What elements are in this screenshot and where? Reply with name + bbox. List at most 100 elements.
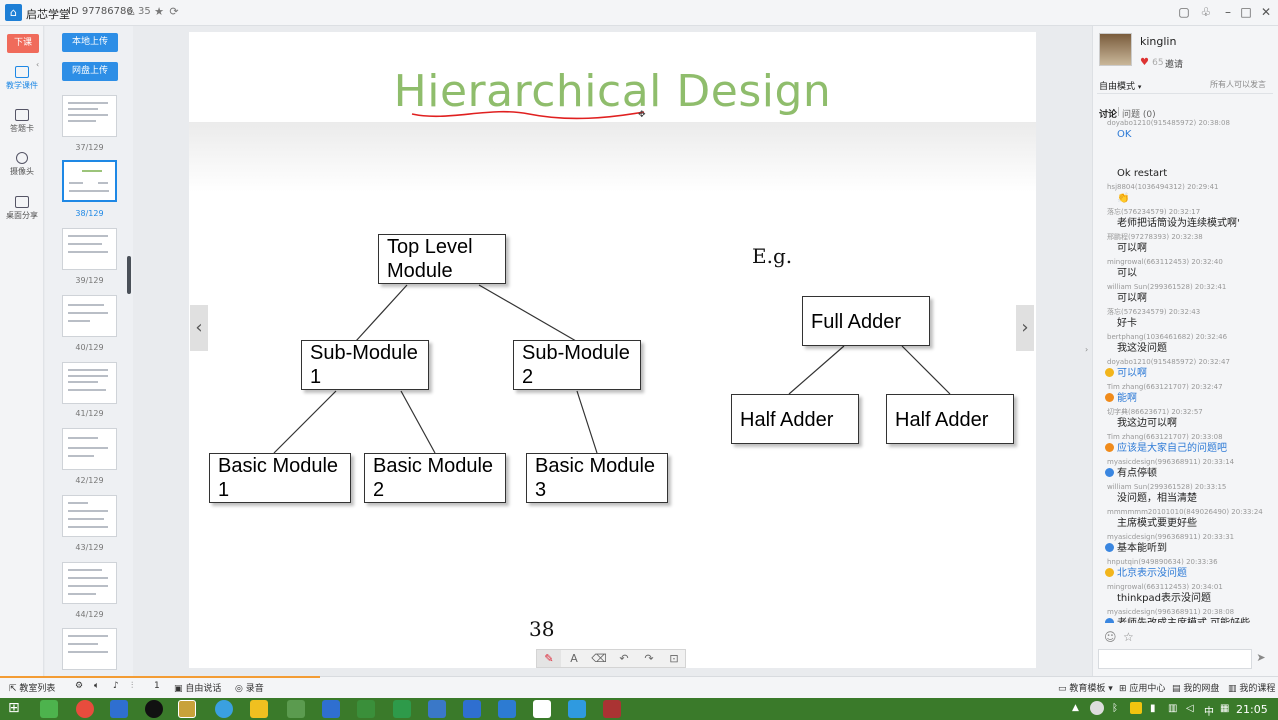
app-icon[interactable] [178, 700, 196, 718]
my-course-button[interactable]: ▥ 我的课程 [1228, 681, 1275, 694]
folder-icon[interactable] [250, 700, 268, 718]
rail-desktop-share[interactable]: 桌面分享 [2, 196, 42, 221]
bluetooth-icon[interactable]: ᛒ [1112, 703, 1118, 714]
favorite-star-icon[interactable]: ★ [152, 5, 166, 19]
thumbnail-39[interactable] [62, 228, 117, 270]
free-talk-button[interactable]: ▣ 自由说话 [174, 681, 221, 694]
undo-icon[interactable]: ↶ [612, 650, 636, 667]
edu-template-button[interactable]: ▭ 教育模板 ▾ [1058, 681, 1113, 694]
refresh-icon[interactable]: ⟳ [167, 5, 181, 19]
rail-camera[interactable]: 摄像头 [2, 152, 42, 177]
chat-message-meta: mingrowal(663112453) 20:34:01 [1107, 583, 1223, 591]
title-bar [0, 0, 1278, 26]
chat-message: mingrowal(663112453) 20:34:01 thinkpad表示没… [1097, 582, 1275, 606]
thumbnail-38[interactable] [62, 160, 117, 202]
emoji-icon[interactable]: ☺ [1104, 630, 1117, 644]
chat-message-text: OK [1117, 129, 1132, 140]
maximize-icon[interactable]: □ [1238, 4, 1254, 20]
tray-app-icon[interactable] [1090, 701, 1104, 715]
input-method-icon[interactable]: 中 [1204, 703, 1214, 718]
desktop-share-icon [15, 196, 29, 208]
chat-message-meta: 邢鹏程(97278393) 20:32:38 [1107, 233, 1203, 241]
chat-message: william Sun(299361528) 20:32:41 可以啊 [1097, 282, 1275, 306]
minimize-icon[interactable]: – [1220, 4, 1236, 20]
my-disk-button[interactable]: ▤ 我的网盘 [1172, 681, 1219, 694]
ie-icon[interactable] [215, 700, 233, 718]
rail-answer-card[interactable]: 答题卡 [2, 109, 42, 134]
basic-module-1-box: Basic Module 1 [209, 453, 351, 503]
app-icon[interactable] [428, 700, 446, 718]
thumbnail-44[interactable] [62, 562, 117, 604]
thumbnail-41[interactable] [62, 362, 117, 404]
star-icon[interactable]: ☆ [1123, 630, 1134, 644]
rail-courseware[interactable]: 教学课件 [2, 66, 42, 91]
app-icon[interactable] [287, 700, 305, 718]
eraser-icon[interactable]: ⌫ [587, 650, 611, 667]
thumbnail-45[interactable] [62, 628, 117, 670]
app-name: 启芯学堂 [26, 8, 70, 21]
app-icon[interactable] [498, 700, 516, 718]
start-icon[interactable]: ⊞ [8, 700, 20, 716]
chat-message-text: 👏 [1117, 193, 1130, 204]
local-upload-button[interactable]: 本地上传 [62, 33, 118, 52]
thumbnail-label: 38/129 [75, 209, 104, 218]
class-list-button[interactable]: ⇱ 教室列表 [9, 681, 55, 694]
app-icon[interactable] [568, 700, 586, 718]
chat-message-text: 老师先改成主席模式 可能好些 [1097, 617, 1275, 623]
thumbnail-43[interactable] [62, 495, 117, 537]
app-icon[interactable] [603, 700, 621, 718]
microphone-icon[interactable]: ♪ [113, 681, 119, 691]
speaker-icon[interactable]: 🔈︎ [94, 681, 99, 691]
app-icon[interactable] [40, 700, 58, 718]
end-class-button[interactable]: 下课 [7, 34, 39, 53]
chat-message-meta: Tim zhang(663121707) 20:32:47 [1107, 383, 1223, 391]
close-icon[interactable]: ✕ [1258, 4, 1274, 20]
app-icon[interactable] [357, 700, 375, 718]
settings-icon[interactable]: ⚙ [75, 681, 83, 691]
prev-slide-button[interactable]: ‹ [190, 305, 208, 351]
home-icon[interactable]: ⌂ [5, 4, 22, 21]
speak-mode-dropdown[interactable]: 自由模式 ▾ [1099, 79, 1141, 92]
number-icon[interactable]: 1 [154, 681, 160, 691]
invite-link[interactable]: 邀请 [1165, 57, 1183, 70]
free-talk-label: 自由说话 [185, 684, 222, 694]
tray-up-icon[interactable]: ▲ [1072, 703, 1079, 713]
app-icon[interactable] [463, 700, 481, 718]
send-icon[interactable]: ➤ [1253, 651, 1269, 667]
lock-icon[interactable]: ⊡ [662, 650, 686, 667]
chat-input[interactable] [1098, 649, 1252, 669]
like-count[interactable]: ♥ 65 [1140, 57, 1164, 68]
thumbnail-42[interactable] [62, 428, 117, 470]
app-center-button[interactable]: ⊞ 应用中心 [1119, 681, 1165, 694]
pen-icon[interactable]: ✎ [537, 650, 561, 667]
chat-message: doyabo1210(915485972) 20:32:47 可以啊 [1097, 357, 1275, 381]
excel-icon[interactable] [393, 700, 411, 718]
text-tool-icon[interactable]: A [562, 650, 586, 667]
expand-panel-icon[interactable]: › [1085, 345, 1088, 354]
power-icon[interactable]: ▮ [1150, 703, 1156, 714]
thumbnail-37[interactable] [62, 95, 117, 137]
volume-icon[interactable]: ◁ [1186, 703, 1194, 714]
home-icon[interactable] [533, 700, 551, 718]
box-line: 1 [218, 479, 230, 501]
mixer-icon[interactable]: ⫶ [131, 681, 133, 691]
next-slide-button[interactable]: › [1016, 305, 1034, 351]
app-center-label: 应用中心 [1129, 684, 1166, 694]
thumbnail-40[interactable] [62, 295, 117, 337]
thumbnail-scrollbar[interactable] [127, 256, 131, 294]
redo-icon[interactable]: ↷ [637, 650, 661, 667]
qq-icon[interactable] [145, 700, 163, 718]
chat-message: mmmmmm20101010(849026490) 20:33:24 主席模式要更… [1097, 507, 1275, 531]
chat-message-text: 我这边可以啊 [1117, 418, 1177, 429]
browser-icon[interactable] [76, 700, 94, 718]
cloud-upload-button[interactable]: 网盘上传 [62, 62, 118, 81]
tray-app-icon[interactable] [1130, 702, 1142, 714]
chat-message-list[interactable]: doyabo1210(915485972) 20:38:08 OK Ok resta… [1097, 118, 1275, 623]
network-icon[interactable]: ▥ [1168, 703, 1177, 714]
window-restore-icon[interactable]: ▢ [1176, 4, 1192, 20]
app-icon[interactable] [322, 700, 340, 718]
skin-icon[interactable]: ♧ [1198, 4, 1214, 20]
record-button[interactable]: ◎ 录音 [235, 681, 264, 694]
tray-app-icon[interactable]: ▦ [1220, 703, 1229, 714]
app-icon[interactable] [110, 700, 128, 718]
